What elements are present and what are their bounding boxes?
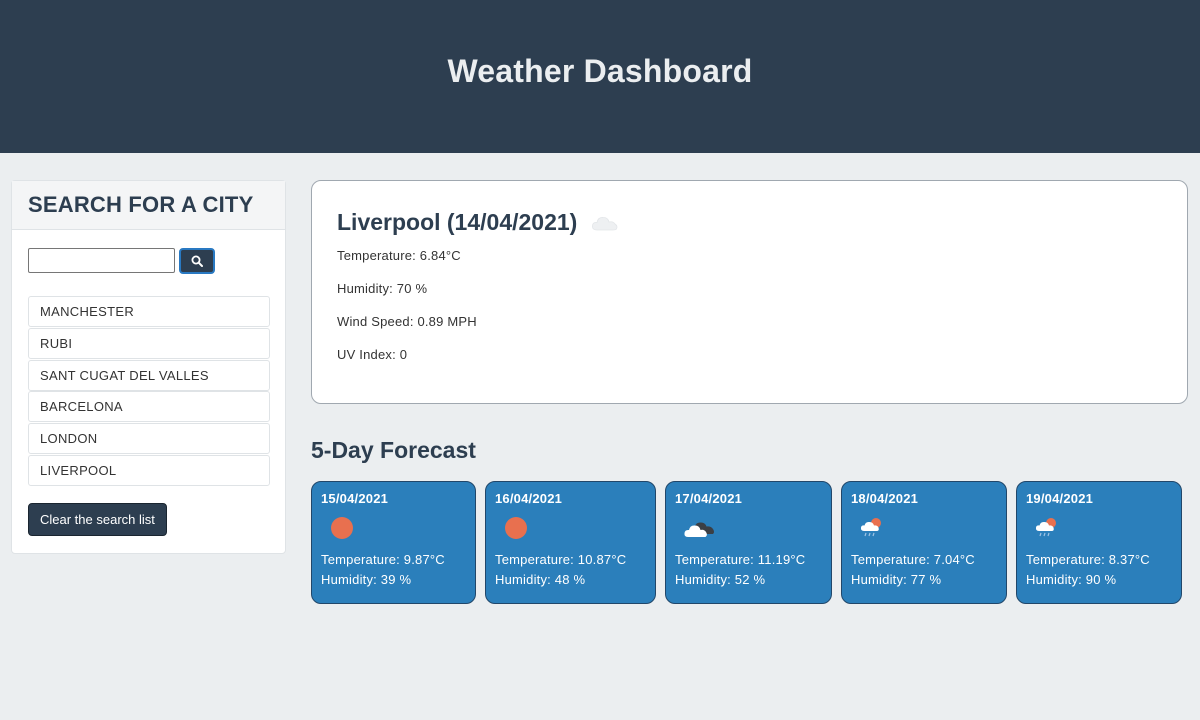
- forecast-row: 15/04/2021 Temperature: 9.87°C Humidity:…: [311, 481, 1182, 604]
- current-uv-index: UV Index: 0: [337, 347, 408, 362]
- rain-sun-icon: [860, 518, 881, 537]
- clear-search-list-button[interactable]: Clear the search list: [28, 503, 167, 536]
- forecast-date: 17/04/2021: [675, 491, 743, 506]
- city-history-item[interactable]: BARCELONA: [28, 391, 270, 423]
- page-title: Weather Dashboard: [447, 53, 753, 89]
- forecast-humidity: Humidity: 77 %: [851, 572, 942, 587]
- city-history-item[interactable]: MANCHESTER: [28, 296, 270, 327]
- city-history-item[interactable]: SANT CUGAT DEL VALLES: [28, 359, 270, 391]
- forecast-humidity: Humidity: 48 %: [495, 572, 586, 587]
- city-history-item[interactable]: LONDON: [28, 423, 270, 455]
- forecast-date: 15/04/2021: [321, 491, 389, 506]
- search-icon: [191, 255, 203, 267]
- forecast-humidity: Humidity: 52 %: [675, 572, 766, 587]
- current-city-title: Liverpool (14/04/2021): [337, 209, 578, 235]
- forecast-card: 17/04/2021 Temperature: 11.19°C Humidity…: [665, 481, 832, 604]
- rain-sun-icon: [1035, 518, 1056, 537]
- forecast-title: 5-Day Forecast: [311, 437, 476, 463]
- city-history-item[interactable]: RUBI: [28, 327, 270, 359]
- forecast-card: 15/04/2021 Temperature: 9.87°C Humidity:…: [311, 481, 476, 604]
- forecast-card: 19/04/2021 Temperature: 8.37°C Humidity:…: [1016, 481, 1182, 604]
- clouds-icon: [684, 522, 714, 537]
- forecast-card: 18/04/2021 Temperature: 7.04°C Humidity:…: [841, 481, 1007, 604]
- search-heading: SEARCH FOR A CITY: [28, 192, 254, 217]
- app-header: Weather Dashboard: [0, 0, 1200, 153]
- city-history-list: MANCHESTER RUBI SANT CUGAT DEL VALLES BA…: [28, 296, 270, 487]
- city-search-input[interactable]: [28, 248, 175, 273]
- sun-icon: [331, 517, 353, 539]
- forecast-temperature: Temperature: 10.87°C: [495, 552, 627, 567]
- forecast-humidity: Humidity: 90 %: [1026, 572, 1117, 587]
- current-title-row: Liverpool (14/04/2021): [337, 209, 1162, 236]
- forecast-temperature: Temperature: 11.19°C: [675, 552, 806, 567]
- forecast-date: 19/04/2021: [1026, 491, 1094, 506]
- current-wind-speed: Wind Speed: 0.89 MPH: [337, 314, 477, 329]
- current-weather-card: Liverpool (14/04/2021) Temperature: 6.84…: [311, 180, 1188, 404]
- city-history-item[interactable]: LIVERPOOL: [28, 454, 270, 486]
- forecast-temperature: Temperature: 8.37°C: [1026, 552, 1150, 567]
- search-button[interactable]: [179, 248, 215, 274]
- forecast-date: 18/04/2021: [851, 491, 919, 506]
- forecast-card: 16/04/2021 Temperature: 10.87°C Humidity…: [485, 481, 656, 604]
- forecast-date: 16/04/2021: [495, 491, 563, 506]
- sun-icon: [505, 517, 527, 539]
- forecast-temperature: Temperature: 9.87°C: [321, 552, 445, 567]
- current-temperature: Temperature: 6.84°C: [337, 248, 461, 263]
- forecast-temperature: Temperature: 7.04°C: [851, 552, 975, 567]
- current-humidity: Humidity: 70 %: [337, 281, 428, 296]
- search-panel: SEARCH FOR A CITY MANCHESTER RUBI SANT C…: [11, 180, 286, 554]
- search-row: [28, 248, 215, 274]
- forecast-humidity: Humidity: 39 %: [321, 572, 412, 587]
- cloud-icon: [592, 216, 618, 230]
- search-panel-header: SEARCH FOR A CITY: [12, 181, 285, 230]
